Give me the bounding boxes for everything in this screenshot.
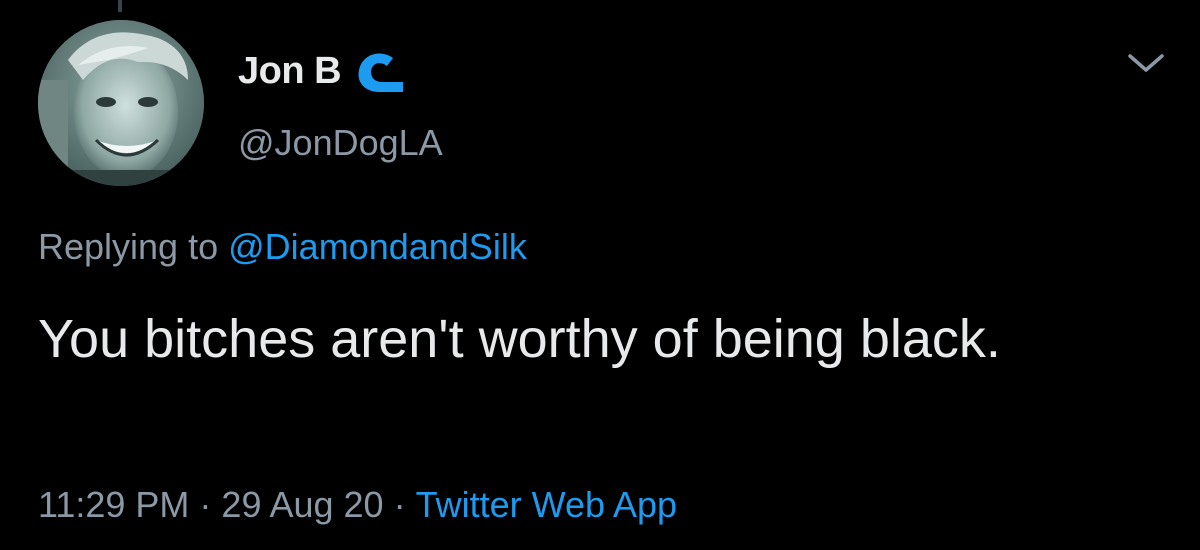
user-handle[interactable]: @JonDogLA [238, 122, 443, 164]
replying-to-mention[interactable]: @DiamondandSilk [228, 226, 527, 267]
replying-to-label: Replying to [38, 226, 219, 267]
tweet: Jon B @JonDogLA Replying to @DiamondandS… [0, 0, 1200, 550]
tweet-time[interactable]: 11:29 PM [38, 484, 189, 525]
separator: · [393, 484, 406, 525]
thread-connector-line [118, 0, 122, 12]
tweet-meta: 11:29 PM · 29 Aug 20 · Twitter Web App [38, 484, 677, 526]
separator: · [199, 484, 212, 525]
wave-icon [353, 46, 407, 96]
avatar-photo [38, 20, 204, 186]
tweet-source-link[interactable]: Twitter Web App [416, 484, 677, 525]
avatar[interactable] [38, 20, 204, 186]
replying-to-line: Replying to @DiamondandSilk [38, 226, 527, 268]
tweet-text: You bitches aren't worthy of being black… [38, 309, 1001, 369]
display-name[interactable]: Jon B [238, 50, 342, 93]
name-row: Jon B [238, 46, 407, 96]
chevron-down-icon[interactable] [1124, 48, 1168, 78]
tweet-date[interactable]: 29 Aug 20 [221, 484, 383, 525]
